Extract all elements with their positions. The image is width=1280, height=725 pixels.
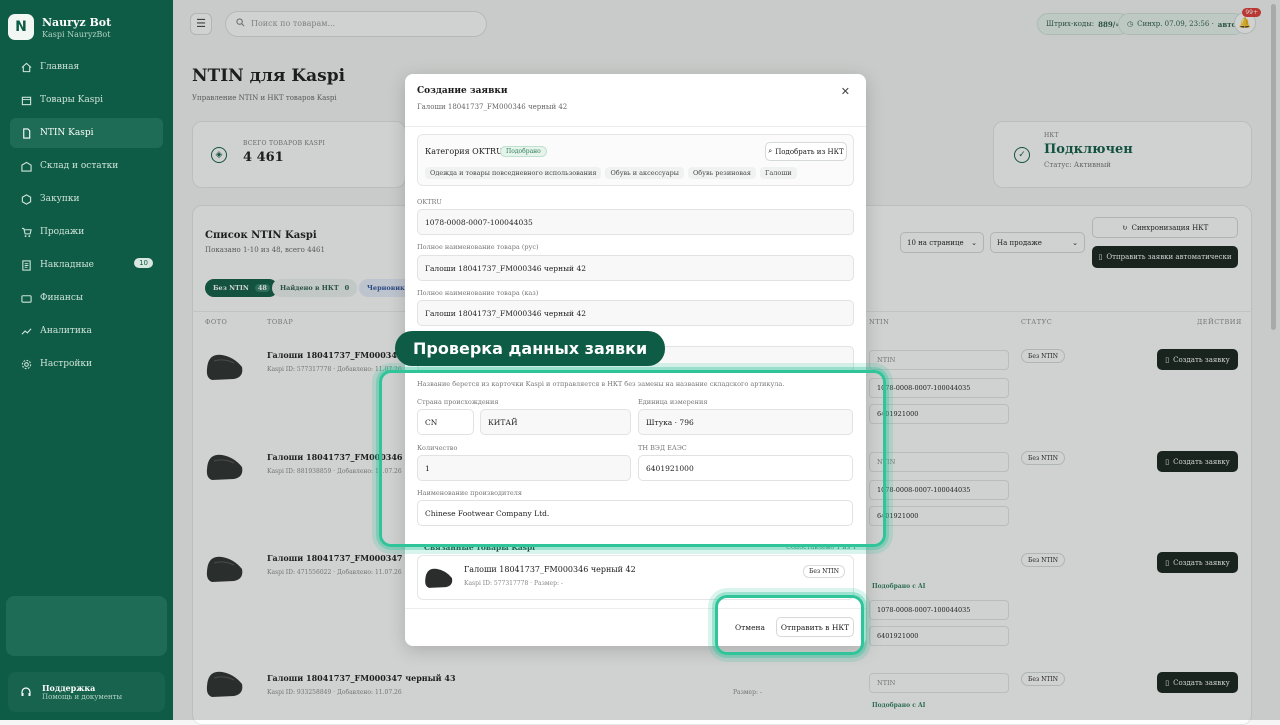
brand-sub: Kaspi NauryzBot	[42, 30, 111, 39]
sidebar-item-finance[interactable]: Финансы	[10, 283, 163, 313]
modal-title: Создание заявки	[417, 86, 508, 96]
name-ru-label: Полное наименование товара (рус)	[417, 243, 539, 251]
name-kz-field[interactable]: Галоши 18041737_FM000346 черный 42	[417, 300, 854, 326]
gear-icon	[20, 358, 32, 370]
modal-divider	[405, 126, 866, 127]
name-kz-label: Полное наименование товара (каз)	[417, 289, 538, 297]
category-breadcrumb: Одежда и товары повседневного использова…	[425, 167, 797, 179]
brand-logo: N	[8, 14, 34, 40]
chart-icon	[20, 325, 32, 337]
sidebar-item-label: Настройки	[40, 359, 92, 369]
cart-icon	[20, 226, 32, 238]
linked-product-title: Галоши 18041737_FM000346 черный 42	[464, 565, 636, 574]
oktru-label: OKTRU	[417, 198, 442, 206]
sidebar-item-home[interactable]: Главная	[10, 52, 163, 82]
warehouse-icon	[20, 160, 32, 172]
modal-subtitle: Галоши 18041737_FM000346 черный 42	[417, 103, 567, 111]
package-icon	[20, 193, 32, 205]
linked-product-status: Без NTIN	[803, 565, 845, 578]
category-label: Категория OKTRU	[425, 147, 503, 156]
box-icon	[20, 94, 32, 106]
pick-from-nkt-label: Подобрать из НКТ	[775, 148, 844, 156]
category-badge: Подобрано	[500, 146, 547, 157]
sidebar-item-warehouse[interactable]: Склад и остатки	[10, 151, 163, 181]
search-icon: ⌕	[768, 147, 772, 156]
brand[interactable]: N Nauryz Bot Kaspi NauryzBot	[0, 0, 173, 44]
pick-from-nkt-button[interactable]: ⌕Подобрать из НКТ	[765, 142, 847, 161]
sidebar-nav: Главная Товары Kaspi NTIN Kaspi Склад и …	[0, 52, 173, 379]
sidebar-item-label: Аналитика	[40, 326, 92, 336]
oktru-category-box: Категория OKTRU Подобрано ⌕Подобрать из …	[417, 134, 854, 186]
home-icon	[20, 61, 32, 73]
doc-icon	[20, 127, 32, 139]
sidebar: N Nauryz Bot Kaspi NauryzBot Главная Тов…	[0, 0, 173, 720]
sidebar-item-settings[interactable]: Настройки	[10, 349, 163, 379]
sidebar-item-label: Продажи	[40, 227, 84, 237]
sidebar-item-label: Главная	[40, 62, 79, 72]
sidebar-item-label: Закупки	[40, 194, 80, 204]
oktru-field[interactable]: 1078-0008-0007-100044035	[417, 209, 854, 235]
sidebar-item-label: Накладные	[40, 260, 94, 270]
breadcrumb-item[interactable]: Обувь и аксессуары	[605, 167, 683, 179]
tutorial-callout: Проверка данных заявки	[395, 331, 665, 366]
sidebar-item-label: Финансы	[40, 293, 83, 303]
sidebar-item-label: Склад и остатки	[40, 161, 118, 171]
support-subtitle: Помощь и документы	[42, 693, 122, 701]
support-title: Поддержка	[42, 683, 122, 693]
sidebar-promo-blurred	[6, 596, 167, 656]
linked-product-thumbnail	[423, 562, 455, 594]
highlight-data-section	[379, 370, 886, 547]
support-link[interactable]: Поддержка Помощь и документы	[8, 672, 165, 712]
sidebar-item-label: Товары Kaspi	[40, 95, 103, 105]
sidebar-item-ntin[interactable]: NTIN Kaspi	[10, 118, 163, 148]
sidebar-item-invoices[interactable]: Накладные 10	[10, 250, 163, 280]
invoices-count-badge: 10	[134, 258, 153, 268]
breadcrumb-item[interactable]: Галоши	[760, 167, 797, 179]
headset-icon	[20, 683, 32, 702]
linked-product-card[interactable]: Галоши 18041737_FM000346 черный 42 Kaspi…	[417, 555, 854, 600]
breadcrumb-item[interactable]: Обувь резиновая	[688, 167, 756, 179]
sidebar-item-sales[interactable]: Продажи	[10, 217, 163, 247]
sidebar-item-label: NTIN Kaspi	[40, 128, 94, 138]
sidebar-item-kaspi-products[interactable]: Товары Kaspi	[10, 85, 163, 115]
close-icon[interactable]: ✕	[841, 85, 850, 98]
brand-name: Nauryz Bot	[42, 16, 111, 29]
sidebar-item-analytics[interactable]: Аналитика	[10, 316, 163, 346]
sidebar-item-purchases[interactable]: Закупки	[10, 184, 163, 214]
invoice-icon	[20, 259, 32, 271]
linked-product-meta: Kaspi ID: 577317778 · Размер: -	[464, 580, 563, 587]
name-ru-field[interactable]: Галоши 18041737_FM000346 черный 42	[417, 255, 854, 281]
breadcrumb-item[interactable]: Одежда и товары повседневного использова…	[425, 167, 601, 179]
highlight-submit-actions	[715, 595, 864, 655]
wallet-icon	[20, 292, 32, 304]
